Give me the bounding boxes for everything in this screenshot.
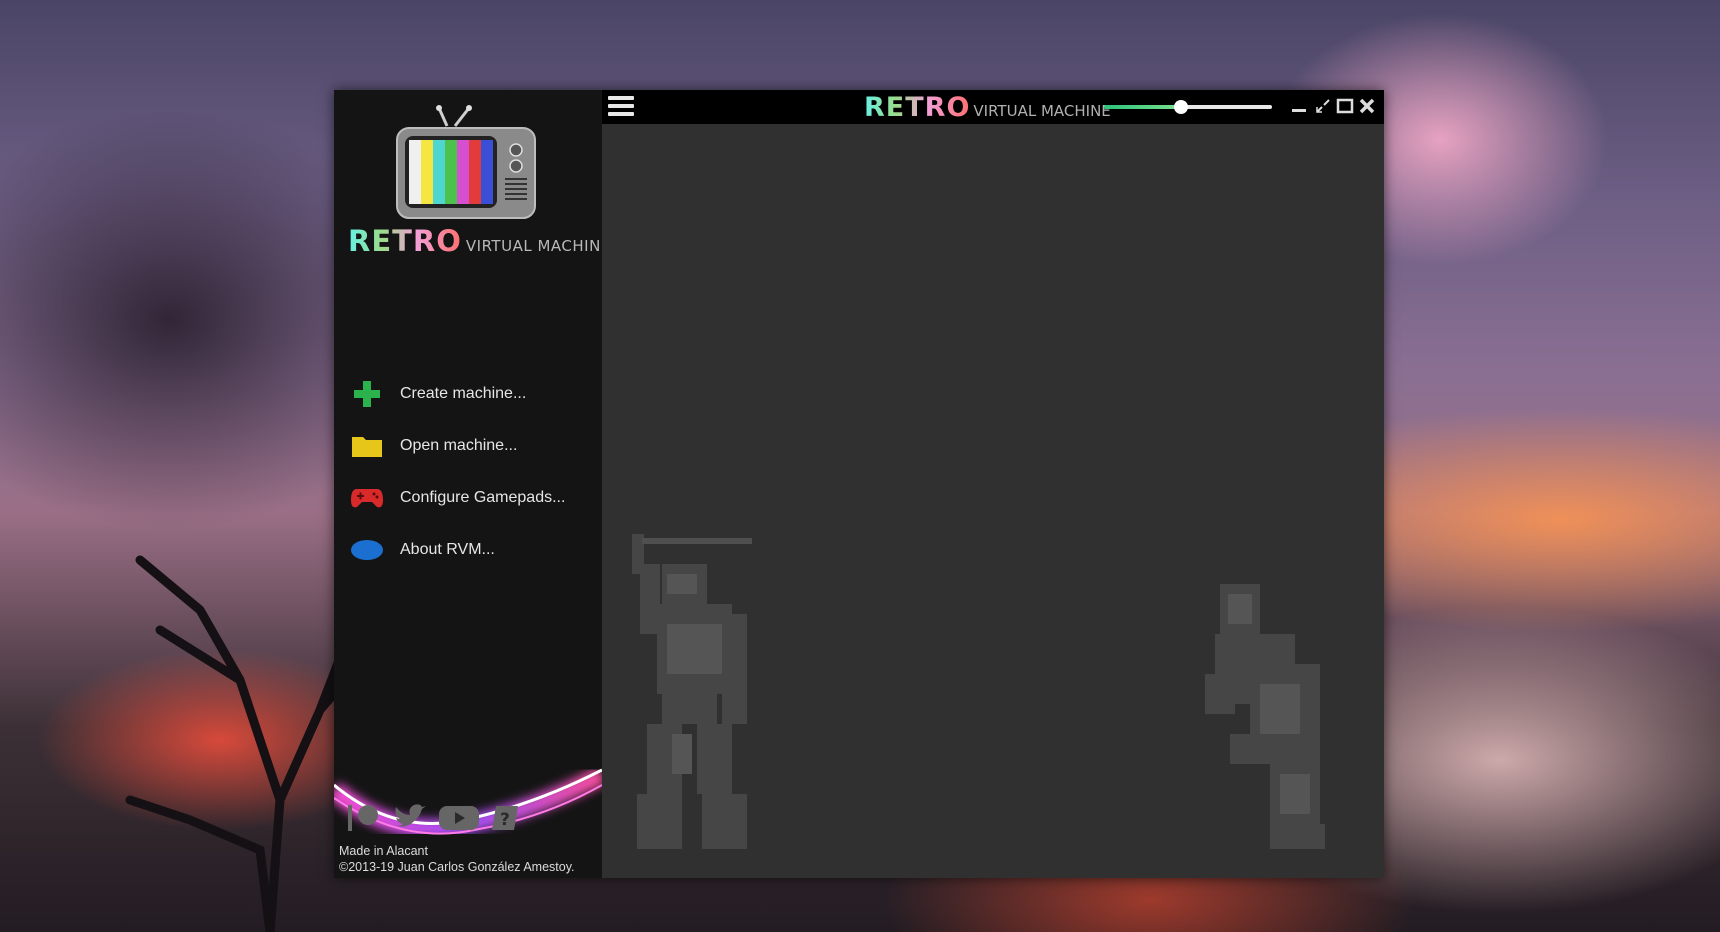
volume-slider-fill [1104,105,1182,109]
about-rvm-button[interactable]: About RVM... [350,524,590,576]
footer-copyright: ©2013-19 Juan Carlos González Amestoy. [339,860,575,874]
patreon-icon[interactable] [346,803,382,838]
app-window: RETRO VIRTUAL MACHINE Create machine... O… [334,90,1384,878]
restore-icon[interactable] [1314,97,1332,115]
social-links: ? [346,803,520,838]
brand-retro: RETRO [348,224,462,258]
help-icon[interactable]: ? [490,803,520,838]
sidebar: RETRO VIRTUAL MACHINE Create machine... O… [334,90,602,878]
minimize-icon[interactable] [1290,97,1308,115]
tv-logo-icon [396,105,536,219]
sidebar-menu: Create machine... Open machine... Config… [350,368,590,576]
volume-slider[interactable] [1104,100,1272,114]
volume-slider-knob[interactable] [1174,100,1189,114]
hamburger-menu-icon[interactable] [608,96,634,120]
sidebar-brand: RETRO VIRTUAL MACHINE [348,224,602,258]
youtube-icon[interactable] [438,803,480,838]
open-machine-button[interactable]: Open machine... [350,420,590,472]
about-rvm-label: About RVM... [400,541,495,558]
folder-icon [350,431,384,461]
configure-gamepads-button[interactable]: Configure Gamepads... [350,472,590,524]
title-brand-retro: RETRO [864,92,971,123]
title-brand-virtual-machine: VIRTUAL MACHINE [973,102,1111,120]
brand-virtual-machine: VIRTUAL MACHINE [465,237,602,255]
open-machine-label: Open machine... [400,437,518,454]
close-icon[interactable] [1358,97,1376,115]
plus-icon [350,379,384,409]
ogre-sprite [1205,584,1325,849]
gamepad-icon [350,483,384,513]
title-bar: RETRO VIRTUAL MACHINE [602,90,1384,124]
create-machine-button[interactable]: Create machine... [350,368,590,420]
footer-made-in: Made in Alacant [339,844,428,858]
main-stage [602,124,1384,878]
maximize-icon[interactable] [1336,97,1354,115]
info-oval-icon [350,535,384,565]
configure-gamepads-label: Configure Gamepads... [400,489,566,506]
twitter-icon[interactable] [392,803,428,838]
create-machine-label: Create machine... [400,385,527,402]
svg-text:?: ? [500,810,510,830]
title-brand: RETRO VIRTUAL MACHINE [864,92,1111,123]
barbarian-sprite [632,534,752,849]
